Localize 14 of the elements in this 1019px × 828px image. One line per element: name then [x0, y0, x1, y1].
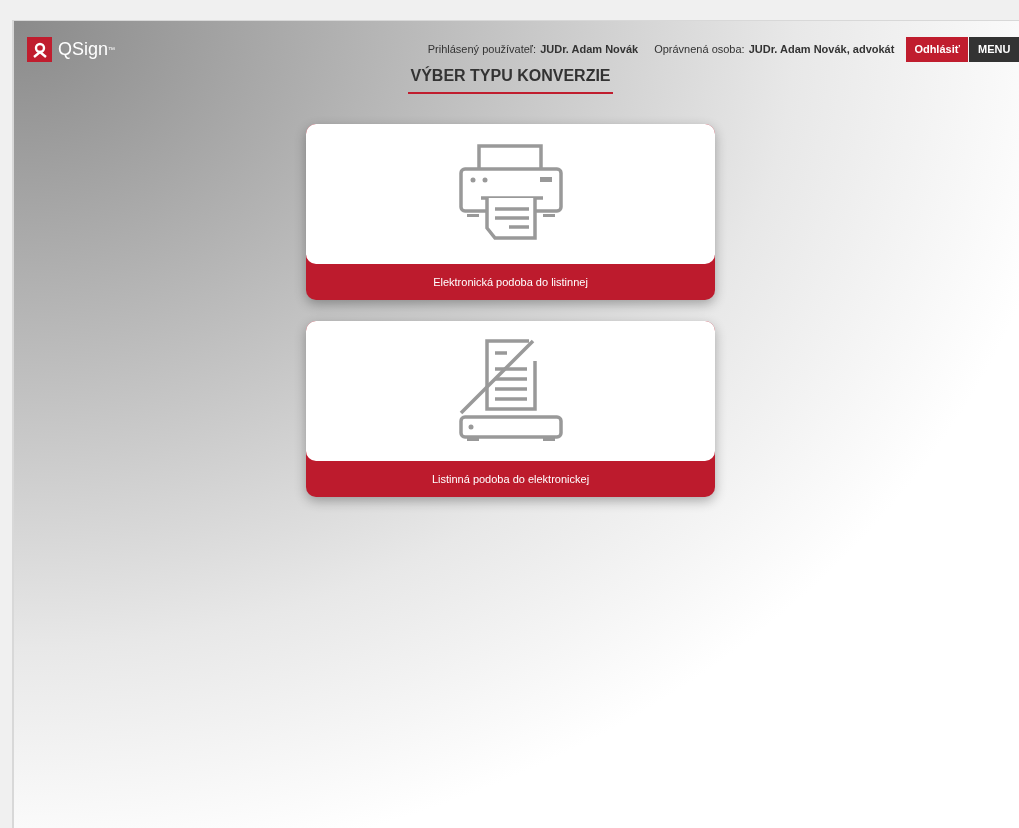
logged-user-label: Prihlásený používateľ: [427, 42, 537, 58]
conversion-option-card[interactable]: Listinná podoba do elektronickej [306, 321, 715, 497]
logout-button[interactable]: Odhlásiť [906, 37, 968, 62]
logo-icon [27, 37, 52, 62]
logged-user-name: JUDr. Adam Novák [540, 42, 639, 58]
authorized-person-name: JUDr. Adam Novák, advokát [748, 42, 895, 58]
conversion-option-card[interactable]: Elektronická podoba do listinnej [306, 124, 715, 300]
option-label: Elektronická podoba do listinnej [432, 275, 589, 290]
menu-button[interactable]: MENU [969, 37, 1019, 62]
option-label: Listinná podoba do elektronickej [430, 472, 591, 487]
scanner-icon [458, 339, 563, 443]
authorized-person-label: Oprávnená osoba: [654, 42, 745, 58]
logo-text: QSign$^{™}$ [58, 38, 116, 61]
page-title: VÝBER TYPU KONVERZIE [408, 64, 613, 94]
